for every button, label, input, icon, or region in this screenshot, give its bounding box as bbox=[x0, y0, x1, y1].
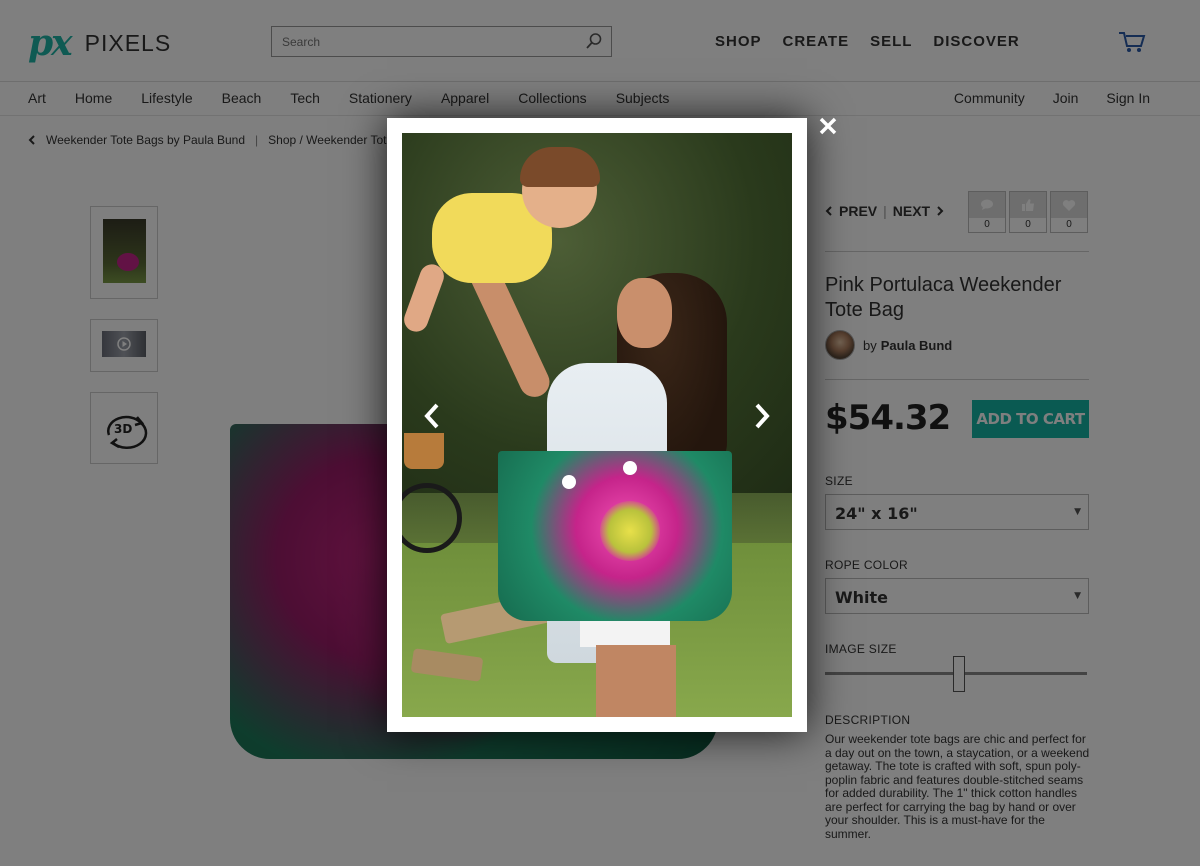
rope-knot bbox=[562, 475, 576, 489]
image-lightbox bbox=[387, 118, 807, 732]
photo-shorts bbox=[580, 621, 670, 647]
photo-woman-face bbox=[617, 278, 672, 348]
flower-center bbox=[600, 501, 660, 561]
lightbox-photo bbox=[402, 133, 792, 717]
rope-knot bbox=[623, 461, 637, 475]
lightbox-next-arrow-icon[interactable] bbox=[750, 401, 774, 431]
lightbox-prev-arrow-icon[interactable] bbox=[420, 401, 444, 431]
photo-basket bbox=[404, 433, 444, 469]
photo-legs bbox=[596, 645, 676, 717]
photo-tote-bag bbox=[498, 451, 732, 621]
product-page: px PIXELS SHOP CREATE SELL DISCOVER Art … bbox=[0, 0, 1200, 866]
close-icon[interactable] bbox=[818, 116, 838, 136]
